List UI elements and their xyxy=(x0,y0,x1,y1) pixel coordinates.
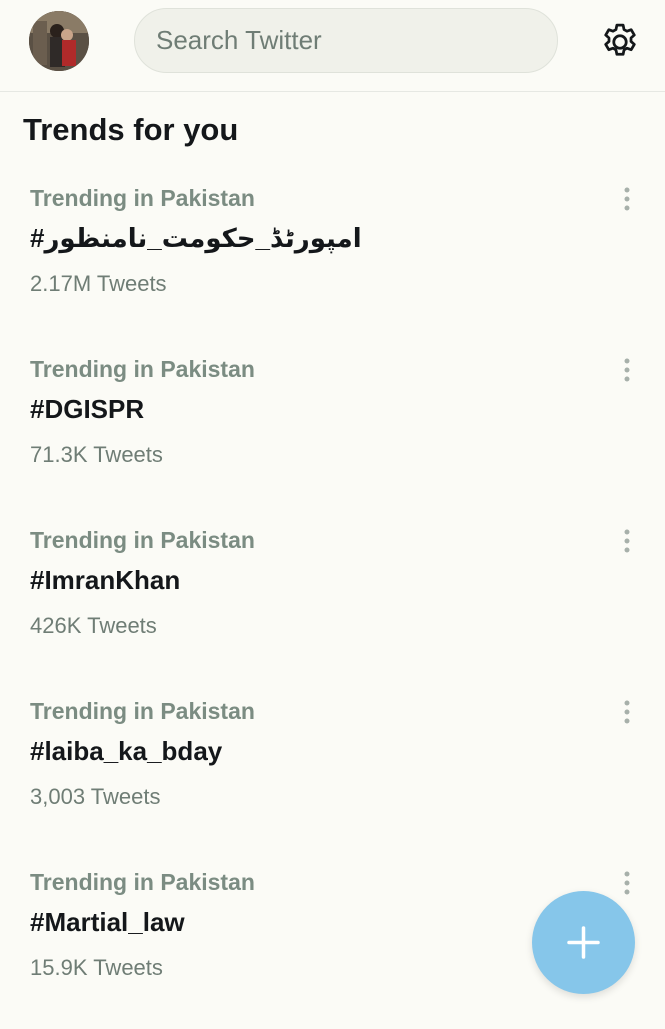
section-title: Trends for you xyxy=(23,112,239,147)
more-vertical-icon xyxy=(624,700,630,724)
plus-icon xyxy=(567,926,600,959)
top-bar: Search Twitter xyxy=(0,0,665,92)
trend-context: Trending in Pakistan xyxy=(30,869,255,895)
trend-name: #امپورٹڈ_حکومت_نامنظور xyxy=(30,223,362,253)
trend-count: 3,003 Tweets xyxy=(30,784,161,809)
trend-count: 15.9K Tweets xyxy=(30,955,163,980)
trend-context: Trending in Pakistan xyxy=(30,698,255,724)
more-options-button[interactable] xyxy=(616,356,638,386)
trend-count: 71.3K Tweets xyxy=(30,442,163,467)
avatar-photo xyxy=(29,11,89,71)
trend-item[interactable]: Trending in Pakistan #امپورٹڈ_حکومت_نامن… xyxy=(0,185,665,345)
settings-button[interactable] xyxy=(598,20,642,64)
trend-name: #ImranKhan xyxy=(30,565,181,595)
trend-context: Trending in Pakistan xyxy=(30,356,255,382)
trend-name: #Martial_law xyxy=(30,907,185,937)
gear-icon xyxy=(604,23,636,56)
trend-count: 426K Tweets xyxy=(30,613,157,638)
search-placeholder: Search Twitter xyxy=(156,25,322,55)
trend-count: 2.17M Tweets xyxy=(30,271,167,296)
compose-tweet-button[interactable] xyxy=(532,891,635,994)
search-input[interactable]: Search Twitter xyxy=(134,8,558,73)
more-options-button[interactable] xyxy=(616,185,638,215)
more-options-button[interactable] xyxy=(616,698,638,728)
profile-avatar[interactable] xyxy=(29,11,89,71)
trend-context: Trending in Pakistan xyxy=(30,185,255,211)
more-vertical-icon xyxy=(624,358,630,382)
trend-name: #DGISPR xyxy=(30,394,145,424)
more-options-button[interactable] xyxy=(616,527,638,557)
trend-item[interactable]: Trending in Pakistan #laiba_ka_bday 3,00… xyxy=(0,698,665,858)
trend-item[interactable]: Trending in Pakistan #DGISPR 71.3K Tweet… xyxy=(0,356,665,516)
trend-name: #laiba_ka_bday xyxy=(30,736,223,766)
trend-item[interactable]: Trending in Pakistan #ImranKhan 426K Twe… xyxy=(0,527,665,687)
trend-context: Trending in Pakistan xyxy=(30,527,255,553)
more-vertical-icon xyxy=(624,187,630,211)
more-vertical-icon xyxy=(624,529,630,553)
